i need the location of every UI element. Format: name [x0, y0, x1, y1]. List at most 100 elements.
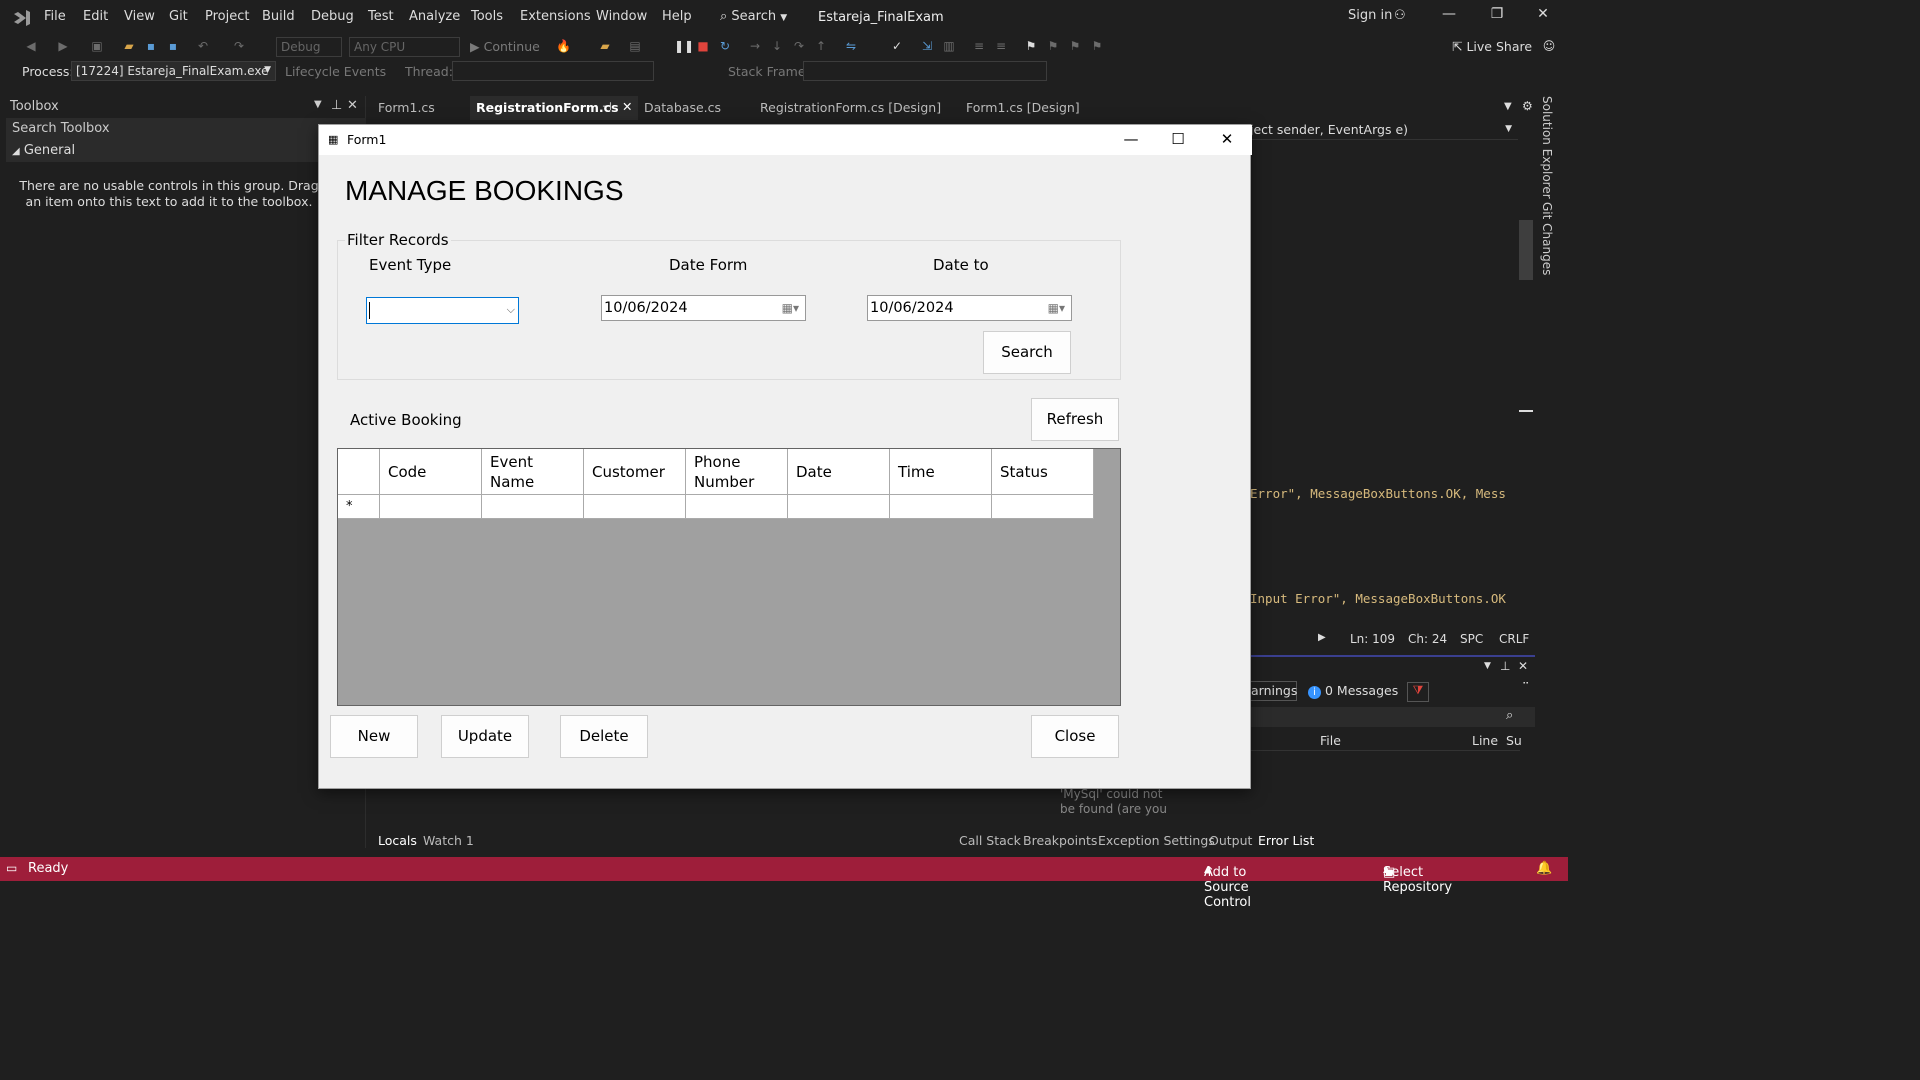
- step-over-icon[interactable]: ↷: [792, 39, 806, 53]
- code-editor[interactable]: ject sender, EventArgs e) ▼ Error", Mess…: [1250, 120, 1518, 630]
- process-select[interactable]: [17224] Estareja_FinalExam.exe ▼: [71, 61, 276, 81]
- table-cell[interactable]: [890, 495, 992, 519]
- lifecycle-events-button[interactable]: Lifecycle Events: [285, 64, 386, 79]
- toolbox-search-input[interactable]: Search Toolbox: [6, 118, 366, 140]
- tab-form1-design[interactable]: Form1.cs [Design]: [960, 96, 1110, 120]
- show-next-statement-icon[interactable]: →: [748, 39, 762, 53]
- warnings-filter-button[interactable]: arnings: [1250, 681, 1297, 701]
- column-customer[interactable]: Customer: [584, 449, 686, 495]
- step-out-icon[interactable]: ↑: [814, 39, 828, 53]
- save-all-icon[interactable]: ▪: [166, 39, 180, 53]
- tab-database-cs[interactable]: Database.cs: [638, 96, 754, 120]
- tab-registrationform-design[interactable]: RegistrationForm.cs [Design]: [754, 96, 960, 120]
- open-folder-icon[interactable]: ▰: [122, 39, 136, 53]
- dropdown-icon[interactable]: ▼: [314, 99, 322, 110]
- pause-icon[interactable]: ❚❚: [674, 39, 694, 53]
- close-panel-icon[interactable]: ✕: [1518, 659, 1528, 673]
- date-from-picker[interactable]: 10/06/2024 ▦▾: [601, 295, 806, 321]
- whitespace-mode[interactable]: SPC: [1460, 632, 1483, 646]
- maximize-icon[interactable]: ☐: [1163, 130, 1193, 148]
- column-file[interactable]: File: [1320, 733, 1341, 748]
- feedback-icon[interactable]: ☺: [1542, 39, 1556, 53]
- toolbox-group-general[interactable]: ◢ General: [6, 140, 366, 162]
- menu-project[interactable]: Project: [205, 9, 249, 24]
- close-icon[interactable]: ✕: [1212, 130, 1242, 148]
- line-number[interactable]: Ln: 109: [1350, 632, 1395, 646]
- column-time[interactable]: Time: [890, 449, 992, 495]
- error-list-search[interactable]: ⌕: [1250, 707, 1535, 727]
- delete-button[interactable]: Delete: [560, 715, 648, 758]
- notifications-icon[interactable]: 🔔: [1536, 861, 1552, 876]
- step-into-icon[interactable]: ↓: [770, 39, 784, 53]
- undo-icon[interactable]: ↶: [196, 39, 210, 53]
- tab-error-list[interactable]: Error List: [1258, 833, 1314, 848]
- menu-git[interactable]: Git: [169, 9, 188, 24]
- table-cell[interactable]: [482, 495, 584, 519]
- indent-icon[interactable]: ≡: [972, 39, 986, 53]
- table-cell[interactable]: [992, 495, 1094, 519]
- bookings-grid[interactable]: Code Event Name Customer Phone Number Da…: [337, 448, 1121, 706]
- dropdown-icon[interactable]: ▼: [1484, 661, 1491, 671]
- tab-overflow-icon[interactable]: ▼: [1504, 101, 1512, 112]
- table-cell[interactable]: [686, 495, 788, 519]
- live-share-button[interactable]: ⇱ Live Share: [1452, 39, 1532, 54]
- close-tab-icon[interactable]: ✕: [622, 99, 632, 114]
- pin-icon[interactable]: ⊥: [331, 98, 342, 113]
- windows-icon[interactable]: ▥: [942, 39, 956, 53]
- menu-tools[interactable]: Tools: [471, 9, 503, 24]
- spell-check-icon[interactable]: ✓: [890, 39, 904, 53]
- settings-gear-icon[interactable]: ⚙: [1522, 99, 1533, 113]
- search-button[interactable]: Search: [983, 331, 1071, 374]
- line-ending[interactable]: CRLF: [1499, 632, 1529, 646]
- member-dropdown[interactable]: ject sender, EventArgs e) ▼: [1250, 120, 1518, 140]
- hot-reload-icon[interactable]: 🔥: [556, 39, 571, 53]
- close-button[interactable]: Close: [1031, 715, 1119, 758]
- pin-icon[interactable]: ⊣: [602, 100, 612, 113]
- stop-icon[interactable]: ■: [696, 39, 710, 53]
- forward-icon[interactable]: ▶: [56, 39, 70, 53]
- tab-output[interactable]: Output: [1209, 833, 1252, 848]
- git-changes-tab[interactable]: Git Changes: [1540, 202, 1554, 275]
- table-row[interactable]: *: [338, 495, 1094, 519]
- table-cell[interactable]: [380, 495, 482, 519]
- solution-explorer-tab[interactable]: Solution Explorer: [1540, 96, 1554, 199]
- column-line[interactable]: Line: [1472, 733, 1498, 748]
- tab-registrationform-cs[interactable]: RegistrationForm.cs ⊣ ✕: [470, 96, 638, 120]
- new-project-icon[interactable]: ▣: [90, 39, 104, 53]
- prev-bookmark-icon[interactable]: ⚑: [1046, 39, 1060, 53]
- column-status[interactable]: Status: [992, 449, 1094, 495]
- tab-call-stack[interactable]: Call Stack: [959, 833, 1021, 848]
- close-icon[interactable]: ✕: [1531, 6, 1555, 22]
- messages-filter-button[interactable]: i 0 Messages: [1308, 683, 1398, 699]
- menu-extensions[interactable]: Extensions: [520, 9, 591, 24]
- menu-view[interactable]: View: [124, 9, 155, 24]
- configuration-select[interactable]: Debug: [276, 37, 342, 57]
- menu-analyze[interactable]: Analyze: [409, 9, 460, 24]
- layout-icon[interactable]: ▤: [628, 39, 642, 53]
- bookmark-icon[interactable]: ⚑: [1024, 39, 1038, 53]
- tab-watch1[interactable]: Watch 1: [423, 833, 474, 848]
- column-number[interactable]: Ch: 24: [1408, 632, 1447, 646]
- refresh-button[interactable]: Refresh: [1031, 398, 1119, 441]
- column-code[interactable]: Code: [380, 449, 482, 495]
- stack-frame-select[interactable]: [803, 61, 1047, 81]
- account-icon[interactable]: ⚇: [1394, 8, 1406, 23]
- column-date[interactable]: Date: [788, 449, 890, 495]
- tab-form1-cs[interactable]: Form1.cs: [372, 96, 470, 120]
- editor-vertical-scrollbar[interactable]: [1519, 140, 1533, 630]
- menu-file[interactable]: File: [44, 9, 66, 24]
- menu-edit[interactable]: Edit: [83, 9, 108, 24]
- thread-select[interactable]: [452, 61, 654, 81]
- tab-breakpoints[interactable]: Breakpoints: [1023, 833, 1097, 848]
- minimize-icon[interactable]: —: [1116, 130, 1146, 148]
- pin-icon[interactable]: ⊥: [1500, 659, 1510, 673]
- event-type-select[interactable]: ⌵: [366, 297, 519, 324]
- column-suppression[interactable]: Su: [1506, 733, 1522, 748]
- hot-path-icon[interactable]: ⇋: [844, 39, 858, 53]
- close-panel-icon[interactable]: ✕: [347, 98, 358, 113]
- minimize-icon[interactable]: —: [1437, 6, 1461, 22]
- overflow-icon[interactable]: ⠒: [1522, 679, 1529, 690]
- browse-icon[interactable]: ▰: [598, 39, 612, 53]
- update-button[interactable]: Update: [441, 715, 529, 758]
- table-cell[interactable]: [584, 495, 686, 519]
